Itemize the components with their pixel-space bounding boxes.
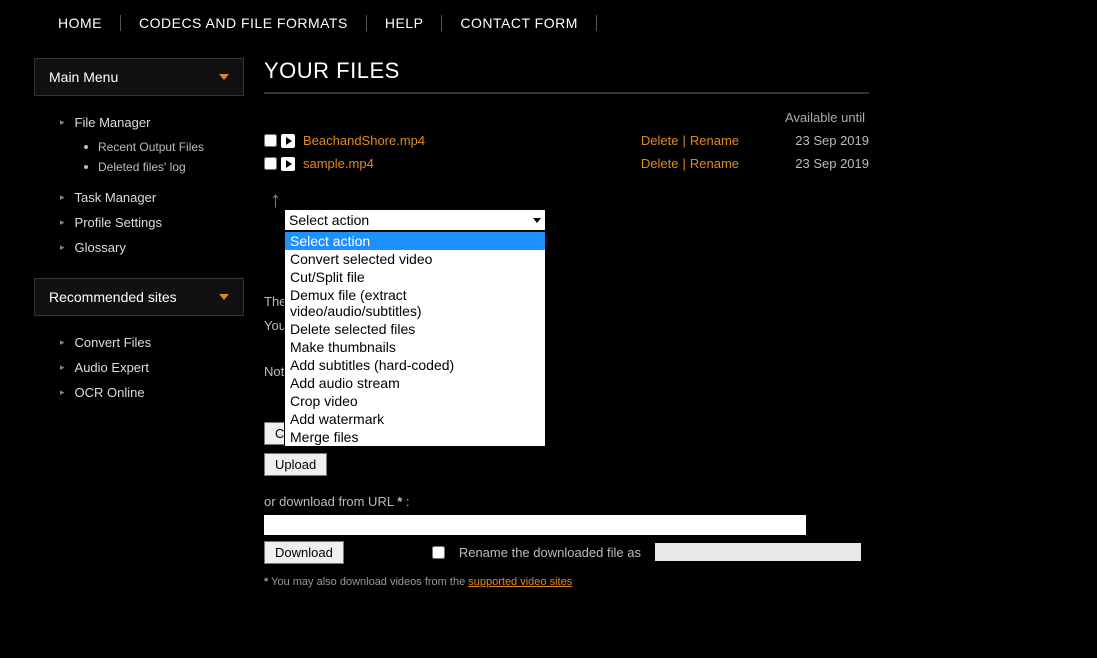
menu-label: Glossary [75, 240, 126, 255]
arrow-icon: ▸ [60, 337, 65, 348]
delete-link[interactable]: Delete [641, 133, 679, 148]
page-title: YOUR FILES [264, 58, 869, 94]
arrow-icon: ▸ [60, 242, 65, 253]
sidebar-item-task-manager[interactable]: ▸ Task Manager [34, 185, 244, 210]
nav-home[interactable]: HOME [40, 15, 120, 31]
chevron-down-icon [533, 218, 541, 223]
top-nav: HOME CODECS AND FILE FORMATS HELP CONTAC… [0, 0, 1097, 43]
sidebar-item-profile-settings[interactable]: ▸ Profile Settings [34, 210, 244, 235]
file-date: 23 Sep 2019 [739, 156, 869, 171]
play-icon[interactable] [281, 157, 295, 171]
arrow-icon: ▸ [60, 387, 65, 398]
file-row: BeachandShore.mp4 Delete | Rename 23 Sep… [264, 133, 869, 148]
menu-label: Profile Settings [75, 215, 162, 230]
action-options-list: Select action Convert selected video Cut… [284, 231, 546, 447]
sidebar-item-audio-expert[interactable]: ▸ Audio Expert [34, 355, 244, 380]
sidebar: Main Menu ▸ File Manager Recent Output Fi… [34, 58, 244, 588]
supported-sites-link[interactable]: supported video sites [468, 576, 572, 588]
action-option[interactable]: Add watermark [285, 410, 545, 428]
rename-input[interactable] [655, 543, 861, 561]
rename-checkbox[interactable] [432, 546, 445, 559]
file-checkbox[interactable] [264, 134, 277, 147]
file-date: 23 Sep 2019 [739, 133, 869, 148]
menu-label: Audio Expert [75, 360, 149, 375]
rename-link[interactable]: Rename [690, 133, 739, 148]
action-option[interactable]: Add audio stream [285, 374, 545, 392]
action-option[interactable]: Add subtitles (hard-coded) [285, 356, 545, 374]
rename-label: Rename the downloaded file as [459, 545, 641, 560]
arrow-up-icon: ↑ [270, 189, 884, 211]
delete-link[interactable]: Delete [641, 156, 679, 171]
submenu-label: Deleted files' log [98, 160, 186, 174]
action-option[interactable]: Cut/Split file [285, 268, 545, 286]
chevron-down-icon [219, 74, 229, 80]
file-name-link[interactable]: sample.mp4 [303, 156, 374, 171]
bullet-icon [84, 145, 88, 149]
url-input[interactable] [264, 515, 806, 535]
arrow-icon: ▸ [60, 192, 65, 203]
sidebar-item-convert-files[interactable]: ▸ Convert Files [34, 330, 244, 355]
sidebar-item-file-manager[interactable]: ▸ File Manager [34, 110, 244, 135]
sidebar-sub-deleted-log[interactable]: Deleted files' log [84, 157, 244, 177]
menu-label: OCR Online [75, 385, 145, 400]
select-value: Select action [289, 212, 369, 228]
separator: | [682, 156, 685, 171]
submenu-label: Recent Output Files [98, 140, 204, 154]
file-name-link[interactable]: BeachandShore.mp4 [303, 133, 425, 148]
main-menu-list: ▸ File Manager Recent Output Files Delete… [34, 104, 244, 278]
chevron-down-icon [219, 294, 229, 300]
upload-button[interactable]: Upload [264, 453, 327, 476]
action-select[interactable]: Select action [284, 209, 546, 231]
sidebar-item-glossary[interactable]: ▸ Glossary [34, 235, 244, 260]
file-row: sample.mp4 Delete | Rename 23 Sep 2019 [264, 156, 869, 171]
main-menu-title: Main Menu [49, 69, 118, 85]
arrow-icon: ▸ [60, 117, 65, 128]
separator: | [682, 133, 685, 148]
nav-separator [596, 15, 597, 31]
footnote: * You may also download videos from the … [264, 576, 884, 588]
or-download-label: or download from URL * : [264, 494, 884, 509]
nav-contact[interactable]: CONTACT FORM [442, 15, 595, 31]
sidebar-item-ocr-online[interactable]: ▸ OCR Online [34, 380, 244, 405]
arrow-icon: ▸ [60, 217, 65, 228]
menu-label: Task Manager [75, 190, 157, 205]
recommended-list: ▸ Convert Files ▸ Audio Expert ▸ OCR Online [34, 324, 244, 423]
recommended-header[interactable]: Recommended sites [34, 278, 244, 316]
play-icon[interactable] [281, 134, 295, 148]
action-option[interactable]: Delete selected files [285, 320, 545, 338]
action-option[interactable]: Select action [285, 232, 545, 250]
file-checkbox[interactable] [264, 157, 277, 170]
menu-label: Convert Files [75, 335, 152, 350]
arrow-icon: ▸ [60, 362, 65, 373]
sidebar-sub-recent-output[interactable]: Recent Output Files [84, 137, 244, 157]
action-option[interactable]: Crop video [285, 392, 545, 410]
recommended-title: Recommended sites [49, 289, 177, 305]
nav-help[interactable]: HELP [367, 15, 442, 31]
available-until-label: Available until [264, 110, 869, 125]
bullet-icon [84, 165, 88, 169]
action-option[interactable]: Make thumbnails [285, 338, 545, 356]
action-option[interactable]: Merge files [285, 428, 545, 446]
action-option[interactable]: Demux file (extract video/audio/subtitle… [285, 286, 545, 320]
main-menu-header[interactable]: Main Menu [34, 58, 244, 96]
menu-label: File Manager [75, 115, 151, 130]
nav-codecs[interactable]: CODECS AND FILE FORMATS [121, 15, 366, 31]
download-button[interactable]: Download [264, 541, 344, 564]
main-content: YOUR FILES Available until BeachandShore… [244, 58, 884, 588]
action-dropdown: Select action Select action Convert sele… [284, 209, 884, 231]
action-option[interactable]: Convert selected video [285, 250, 545, 268]
rename-link[interactable]: Rename [690, 156, 739, 171]
